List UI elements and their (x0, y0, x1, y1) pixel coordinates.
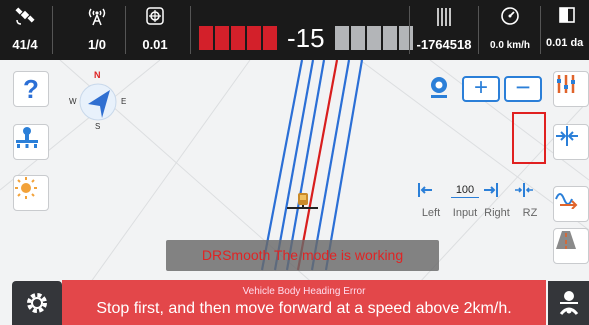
area-status[interactable]: 0.01 da (544, 0, 589, 60)
brightness-icon (15, 177, 37, 199)
differential-status[interactable]: 1/0 (72, 0, 122, 60)
offset-input[interactable]: 100 Input (448, 178, 482, 222)
shift-right-button[interactable]: Right (482, 178, 512, 222)
lightbar-led (215, 26, 229, 50)
rz-highlight (512, 112, 546, 164)
compass-north: N (94, 70, 101, 80)
divider (125, 6, 126, 54)
reset-zero-label: RZ (522, 207, 538, 219)
road-view-button[interactable] (553, 228, 589, 264)
road-view-icon (556, 231, 576, 249)
lightbar-led (334, 26, 349, 50)
reset-zero-icon (515, 183, 533, 197)
lightbar: -15 (199, 22, 415, 54)
shift-right-label: Right (484, 207, 510, 219)
precision-status[interactable]: 0.01 (130, 0, 180, 60)
lightbar-led (199, 26, 213, 50)
reset-zero-button[interactable]: RZ (514, 178, 546, 222)
wave-curve-icon (555, 193, 578, 209)
divider (478, 6, 479, 54)
speed-value: 0.0 km/h (489, 40, 531, 51)
shift-line-button[interactable] (553, 124, 589, 160)
signal-status[interactable]: -1764518 (410, 0, 478, 60)
brightness-button[interactable] (13, 175, 49, 211)
implement-button[interactable] (13, 124, 49, 160)
tractor-marker (287, 193, 318, 209)
signal-value: -1764518 (416, 37, 472, 52)
satellite-status[interactable]: 41/4 (0, 0, 50, 60)
speed-status[interactable]: 0.0 km/h (480, 0, 540, 60)
operator-button[interactable] (548, 281, 589, 325)
divider (190, 6, 191, 54)
zoom-in-button[interactable]: + (462, 76, 500, 102)
crosshair-icon (130, 6, 180, 26)
antenna-icon (72, 6, 122, 26)
satellite-count: 41/4 (12, 37, 38, 52)
offset-input-value[interactable]: 100 (451, 182, 479, 198)
settings-bars-button[interactable] (553, 71, 589, 107)
alert-banner: Vehicle Body Heading Error Stop first, a… (62, 280, 546, 325)
lightbar-led (263, 26, 277, 50)
shift-line-icon (556, 126, 578, 146)
satellite-icon (0, 6, 50, 26)
area-icon (544, 6, 589, 26)
alert-message: Stop first, and then move forward at a s… (96, 300, 512, 317)
location-button[interactable] (424, 74, 454, 102)
differential-value: 1/0 (87, 37, 107, 52)
tractor-implement-icon (16, 127, 38, 148)
guidance-line (273, 60, 315, 271)
guidance-line (260, 60, 304, 271)
compass-east: E (121, 97, 127, 106)
lightbar-led (231, 26, 245, 50)
operator-icon (559, 291, 578, 315)
lateral-offset: -15 (287, 22, 325, 53)
gear-icon (27, 293, 47, 313)
lightbar-led (350, 26, 365, 50)
shift-left-icon (418, 183, 432, 197)
line-adjust-panel: Left 100 Input Right RZ (416, 178, 548, 222)
help-icon: ? (23, 73, 39, 104)
lightbar-led (247, 26, 261, 50)
divider (52, 6, 53, 54)
shift-left-button[interactable]: Left (416, 178, 446, 222)
divider (540, 6, 541, 54)
zoom-out-button[interactable]: − (504, 74, 542, 102)
area-value: 0.01 da (546, 37, 584, 49)
shift-left-label: Left (421, 207, 441, 219)
settings-button[interactable] (12, 281, 62, 325)
bars-settings-icon (557, 75, 575, 93)
lightbar-led (366, 26, 381, 50)
shift-right-icon (484, 183, 498, 197)
precision-value: 0.01 (142, 37, 168, 52)
curve-button[interactable] (553, 186, 589, 222)
status-bar: 41/4 1/0 0.01 -15 -1764518 0.0 km/h 0.01… (0, 0, 589, 60)
mode-toast: DRSmooth The mode is working (166, 240, 439, 271)
location-pin-icon (431, 77, 447, 98)
lightbar-led (382, 26, 397, 50)
alert-title: Vehicle Body Heading Error (242, 286, 366, 297)
compass-west: W (69, 97, 77, 106)
offset-input-label: Input (452, 207, 478, 219)
signal-bars-icon (410, 6, 478, 26)
compass-south: S (95, 122, 101, 131)
help-button[interactable]: ? (13, 71, 49, 107)
compass[interactable]: N S W E (68, 70, 128, 132)
speedometer-icon (480, 6, 540, 26)
